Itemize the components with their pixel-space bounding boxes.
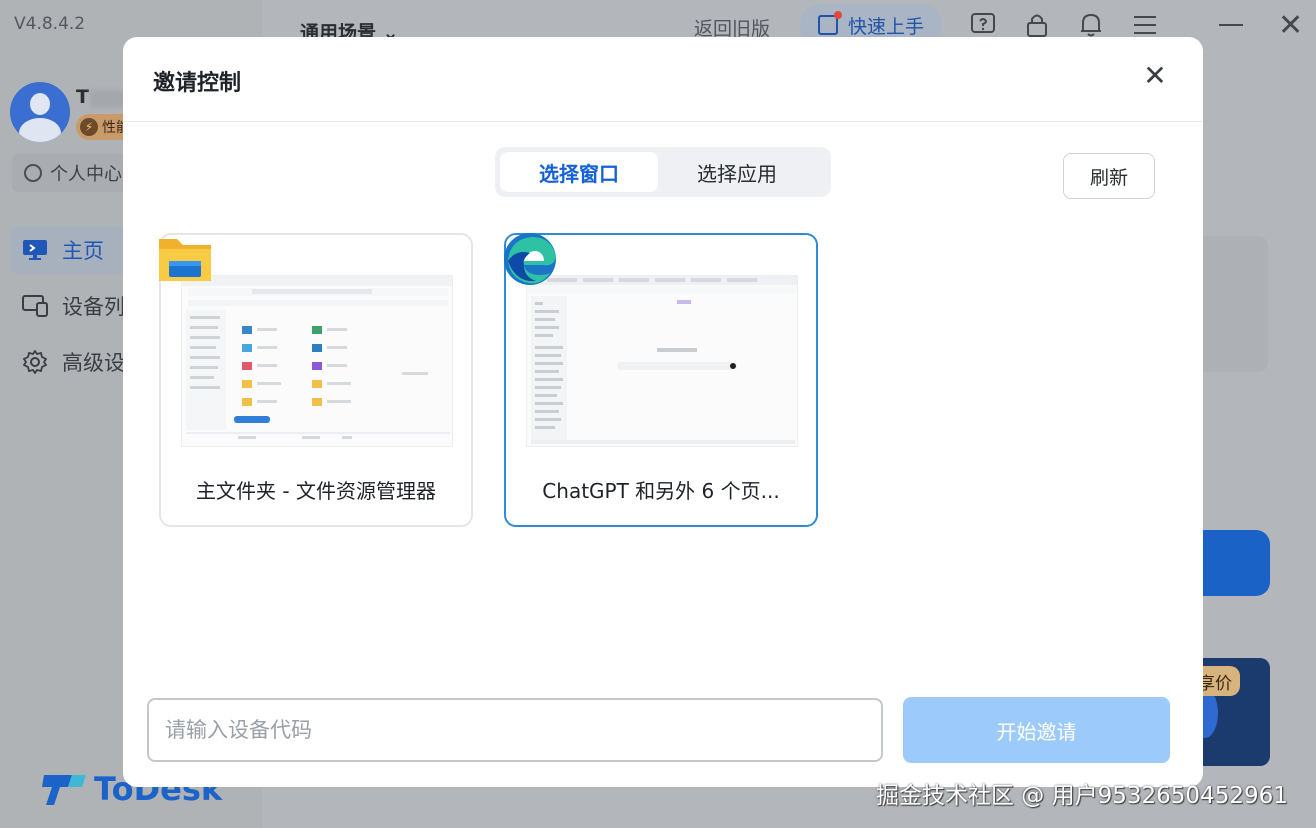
devices-icon (22, 295, 48, 317)
monitor-icon (22, 239, 48, 261)
avatar[interactable] (10, 82, 70, 142)
window-card-edge-chatgpt[interactable]: ChatGPT 和另外 6 个页... (504, 233, 818, 527)
edge-browser-icon (502, 231, 558, 287)
close-icon[interactable]: ✕ (1141, 62, 1169, 91)
window-thumbnail (526, 275, 798, 447)
version-label: V4.8.4.2 (14, 14, 86, 34)
quickstart-label: 快速上手 (848, 15, 925, 38)
menu-icon[interactable] (1132, 12, 1158, 38)
dialog-title: 邀请控制 (153, 71, 242, 96)
start-invite-button[interactable]: 开始邀请 (903, 697, 1170, 763)
guide-book-icon (818, 11, 842, 35)
invite-control-dialog: 邀请控制 ✕ 选择窗口 选择应用 刷新 主文件夹 - 文件资源管理器 ChatG… (123, 37, 1203, 787)
device-code-input[interactable] (147, 698, 883, 762)
sidebar-item-label: 设备列 (62, 295, 125, 319)
sidebar-item-label: 高级设 (62, 351, 125, 375)
window-close-icon[interactable]: ✕ (1278, 8, 1303, 43)
bell-icon[interactable] (1078, 12, 1104, 38)
notification-dot (834, 11, 842, 19)
window-card-file-explorer[interactable]: 主文件夹 - 文件资源管理器 (159, 233, 473, 527)
window-title: ChatGPT 和另外 6 个页... (542, 479, 780, 503)
watermark-text: 掘金技术社区 @ 用户9532650452961 (876, 783, 1288, 809)
window-thumbnail (181, 275, 453, 447)
lightning-icon: ⚡ (80, 118, 98, 136)
profile-center-label: 个人中心 (50, 164, 122, 185)
source-type-tabs: 选择窗口 选择应用 (495, 147, 831, 197)
gear-icon (22, 350, 48, 374)
tab-select-window[interactable]: 选择窗口 (500, 152, 658, 192)
window-title: 主文件夹 - 文件资源管理器 (196, 479, 436, 503)
refresh-button[interactable]: 刷新 (1063, 153, 1155, 199)
help-icon[interactable] (970, 12, 996, 38)
todesk-logo-icon (42, 775, 86, 805)
divider (123, 121, 1203, 122)
user-name: T (76, 86, 89, 108)
user-circle-icon (24, 164, 42, 182)
file-explorer-icon (157, 231, 213, 287)
minimize-icon[interactable] (1218, 12, 1244, 38)
sidebar-item-label: 主页 (62, 239, 104, 263)
lock-icon[interactable] (1024, 12, 1050, 38)
tab-select-app[interactable]: 选择应用 (658, 152, 816, 192)
